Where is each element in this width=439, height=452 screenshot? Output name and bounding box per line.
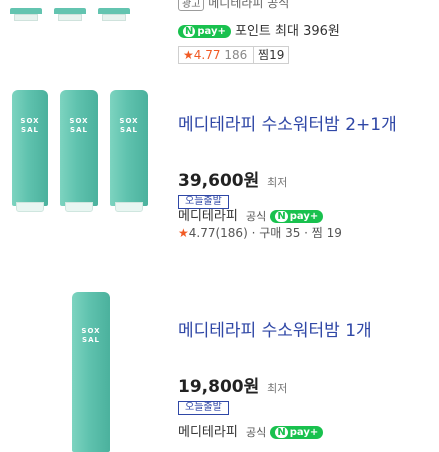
ad-badge: 광고 (178, 0, 205, 11)
point-text: 포인트 최대 396원 (235, 24, 340, 39)
tube-image: SOX SAL (110, 90, 148, 212)
compare-label[interactable]: 최저 (267, 176, 287, 189)
tube-thumbnail (54, 8, 86, 21)
seller-line-2[interactable]: 메디테라피 공식 Npay+ (178, 421, 324, 440)
star-icon: ★ (178, 226, 189, 240)
npay-n-icon: N (183, 26, 196, 37)
zzim-count: 찜19 (253, 47, 284, 63)
tube-thumbnail (10, 8, 42, 21)
point-line: Npay+ 포인트 최대 396원 (178, 20, 340, 39)
official-tag: 공식 (245, 210, 267, 223)
seller-name[interactable]: 메디테라피 (178, 425, 238, 440)
price-value: 39,600원 (178, 171, 260, 191)
today-badge-2: 오늘출발 (178, 395, 229, 415)
product-price-2: 19,800원 최저 (178, 372, 287, 397)
store-name[interactable]: 메디테라피 공식 (208, 0, 289, 10)
tube-thumbnail (98, 8, 130, 21)
meta-line-1: ★4.77(186) · 구매 35 · 찜 19 (178, 224, 342, 241)
price-value: 19,800원 (178, 377, 260, 397)
review-count: 186 (224, 48, 248, 62)
rating-value: ★4.77 (183, 48, 221, 62)
npay-badge: Npay+ (270, 426, 324, 439)
compare-label[interactable]: 최저 (267, 382, 287, 395)
product-title-1[interactable]: 메디테라피 수소워터밤 2+1개 (178, 112, 428, 138)
meta-text: 4.77(186) · 구매 35 · 찜 19 (188, 226, 342, 240)
ad-store-line[interactable]: 광고 메디테라피 공식 (178, 0, 289, 11)
npay-n-icon: N (275, 211, 288, 222)
npay-badge: Npay+ (270, 210, 324, 223)
npay-n-icon: N (275, 427, 288, 438)
tube-label: SOX SAL (20, 116, 40, 134)
tube-image: SOX SAL (72, 292, 110, 452)
today-shipping-badge: 오늘출발 (178, 401, 229, 415)
tube-image: SOX SAL (12, 90, 48, 212)
npay-badge: Npay+ (178, 25, 231, 38)
tube-image: SOX SAL (60, 90, 98, 212)
product-title-2[interactable]: 메디테라피 수소워터밤 1개 (178, 318, 428, 344)
rating-box: ★4.77 186 찜19 (178, 46, 290, 64)
seller-name[interactable]: 메디테라피 (178, 209, 238, 224)
seller-line-1[interactable]: 메디테라피 공식 Npay+ (178, 205, 324, 224)
official-tag: 공식 (245, 426, 267, 439)
product-price-1: 39,600원 최저 (178, 166, 287, 191)
